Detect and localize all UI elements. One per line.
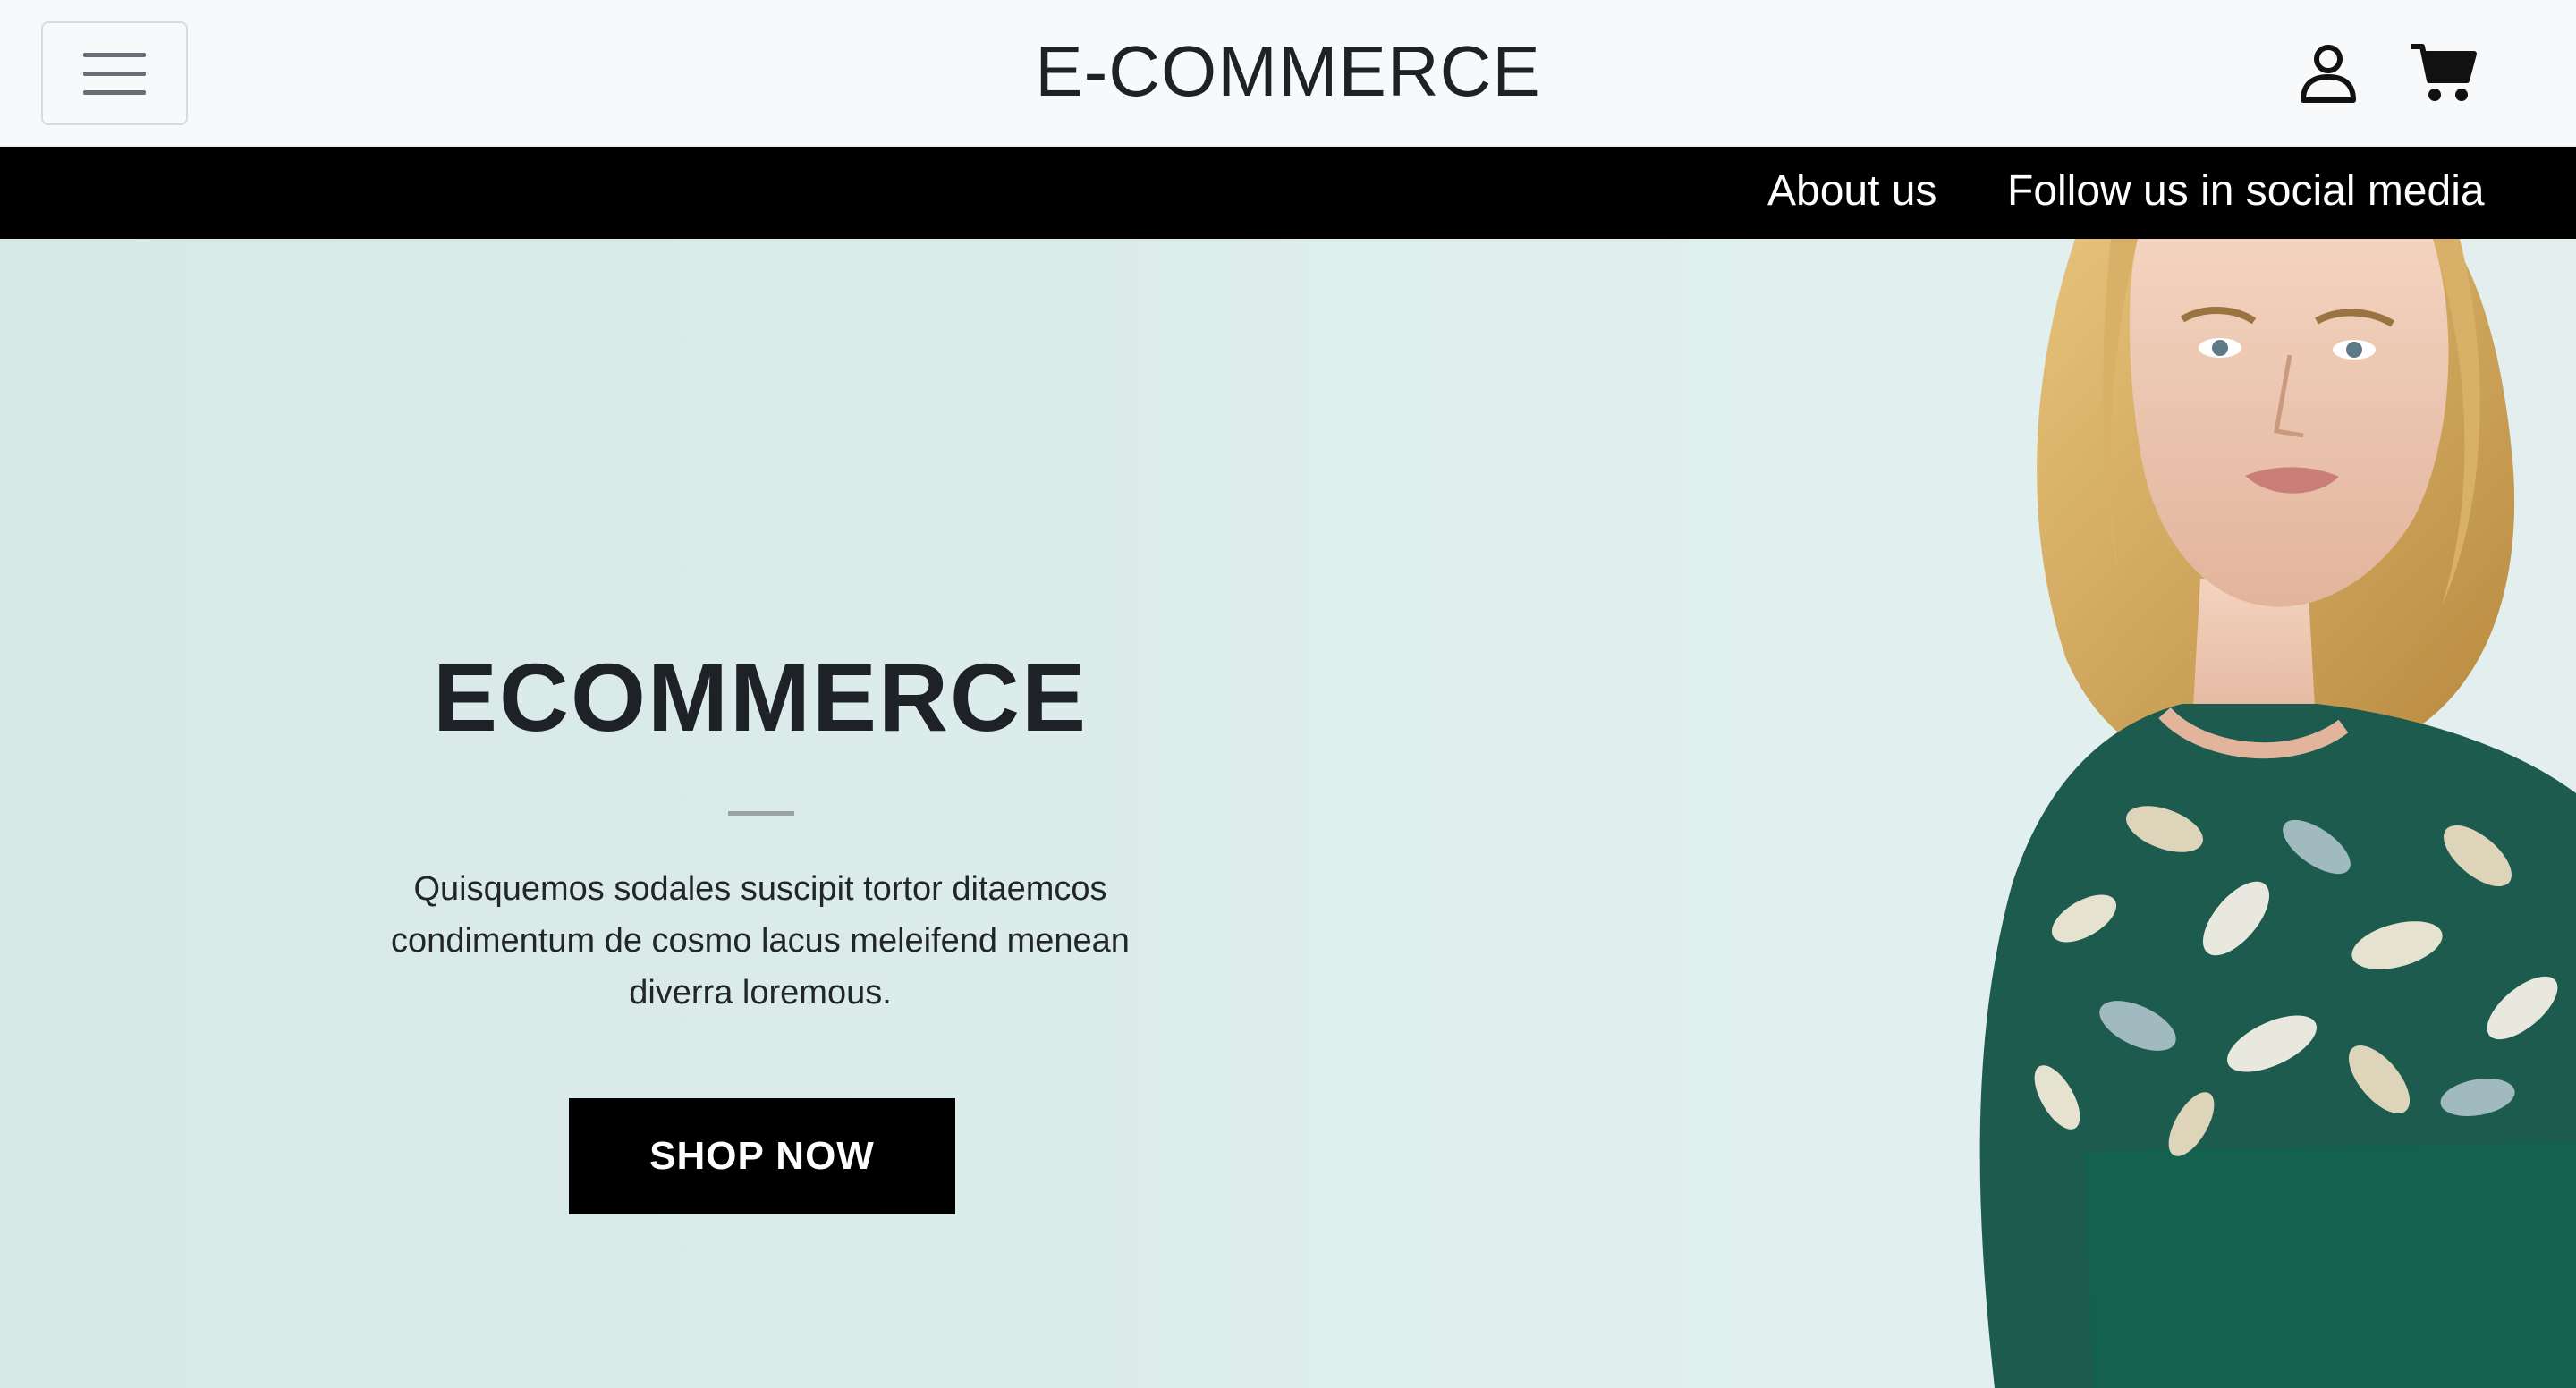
brand-logo-text[interactable]: E-COMMERCE — [0, 30, 2576, 113]
woman-in-floral-green-top-photo — [1979, 239, 2576, 1388]
hero-banner: ECOMMERCE Quisquemos sodales suscipit to… — [0, 239, 2576, 1388]
nav-link-social-media[interactable]: Follow us in social media — [2007, 166, 2485, 216]
nav-link-about-us[interactable]: About us — [1767, 166, 1936, 216]
top-navbar: About us Follow us in social media — [0, 147, 2576, 239]
hero-title: ECOMMERCE — [432, 643, 1089, 751]
hero-divider — [728, 811, 794, 816]
user-icon[interactable] — [2297, 41, 2360, 104]
site-header: E-COMMERCE — [0, 0, 2576, 147]
shop-now-button[interactable]: SHOP NOW — [569, 1098, 955, 1214]
hero-description: Quisquemos sodales suscipit tortor ditae… — [391, 870, 1130, 1011]
shopping-cart-icon[interactable] — [2410, 41, 2478, 104]
